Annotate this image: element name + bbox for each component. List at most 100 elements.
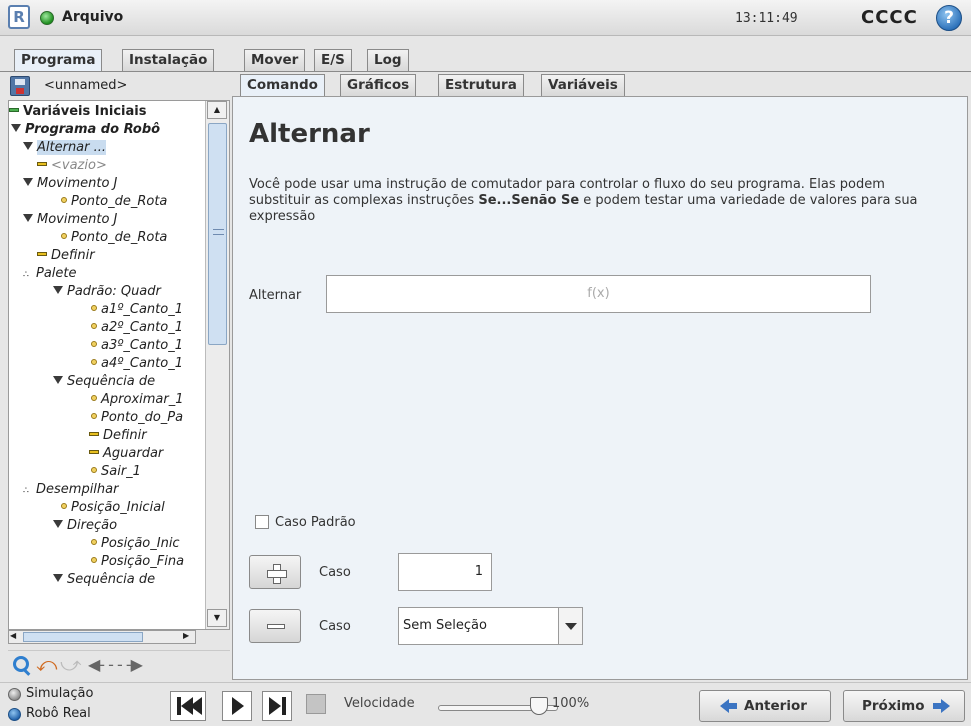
tree-item[interactable]: ∴ Desempilhar — [23, 481, 118, 498]
tree-item[interactable]: Movimento J — [23, 211, 117, 228]
real-robot-radio[interactable] — [8, 708, 21, 721]
scrollbar-thumb[interactable] — [208, 123, 227, 345]
tab-log[interactable]: Log — [367, 49, 409, 71]
tree-item[interactable]: Sequência de — [53, 571, 155, 588]
tree-item[interactable]: Ponto_de_Rota — [61, 229, 167, 246]
tab-mover[interactable]: Mover — [244, 49, 306, 71]
tree-item[interactable]: Sair_1 — [91, 463, 141, 480]
tree-item-selected[interactable]: Alternar ... — [23, 139, 107, 156]
tree-item[interactable]: Padrão: Quadr — [53, 283, 161, 300]
next-button[interactable]: Próximo — [843, 690, 965, 722]
undo-icon[interactable]: ⤺ — [36, 653, 60, 677]
file-row: <unnamed> — [8, 74, 230, 98]
robot-name: CCCC — [861, 7, 918, 28]
tree-item[interactable]: Posição_Inicial — [61, 499, 165, 516]
yellow-bar-icon — [37, 252, 47, 256]
expand-triangle-icon — [23, 214, 33, 222]
yellow-bar-icon — [37, 162, 47, 166]
waypoint-dot-icon — [91, 539, 97, 545]
tree-vertical-scrollbar[interactable]: ▲ ▼ — [205, 101, 229, 629]
rewind-button[interactable] — [170, 691, 206, 721]
scroll-down-icon[interactable]: ▼ — [207, 609, 227, 627]
real-robot-label: Robô Real — [26, 706, 91, 721]
save-icon[interactable] — [10, 76, 30, 96]
move-node-icon[interactable]: ◀- - - -▶ — [88, 653, 178, 677]
tab-graficos[interactable]: Gráficos — [340, 74, 417, 96]
yellow-bar-icon — [89, 432, 99, 436]
waypoint-dot-icon — [61, 503, 67, 509]
waypoint-dot-icon — [91, 467, 97, 473]
remove-case-label: Caso — [319, 619, 351, 634]
grip-icon — [213, 229, 224, 235]
waypoint-dot-icon — [91, 305, 97, 311]
tree-item[interactable]: Definir — [89, 427, 147, 444]
tree-item[interactable]: Ponto_do_Pa — [91, 409, 183, 426]
tree-item[interactable]: Aproximar_1 — [91, 391, 184, 408]
tree-item[interactable]: Variáveis Iniciais — [9, 103, 146, 120]
scrollbar-thumb[interactable] — [23, 632, 143, 642]
tab-variaveis[interactable]: Variáveis — [541, 74, 625, 96]
robot-status-icon — [40, 11, 54, 25]
scroll-right-icon[interactable]: ▶ — [183, 631, 189, 640]
tree-item[interactable]: Definir — [37, 247, 95, 264]
tree-item[interactable]: Movimento J — [23, 175, 117, 192]
expand-triangle-icon — [53, 520, 63, 528]
tree-item[interactable]: <vazio> — [37, 157, 107, 174]
tab-es[interactable]: E/S — [314, 49, 352, 71]
expand-triangle-icon — [11, 124, 21, 132]
arrow-right-icon — [933, 699, 950, 713]
tree-item[interactable]: Direção — [53, 517, 117, 534]
tree-item[interactable]: Aguardar — [89, 445, 163, 462]
stop-button[interactable] — [306, 694, 326, 714]
tree-item[interactable]: Ponto_de_Rota — [61, 193, 167, 210]
simulation-label: Simulação — [26, 686, 94, 701]
case-select[interactable]: Sem Seleção — [398, 607, 583, 645]
tab-estrutura[interactable]: Estrutura — [438, 74, 524, 96]
tree-item[interactable]: Posição_Fina — [91, 553, 184, 570]
play-icon — [232, 697, 244, 715]
redo-icon[interactable]: ⤻ — [60, 653, 84, 677]
default-case-checkbox[interactable] — [255, 515, 269, 529]
tree-item[interactable]: Sequência de — [53, 373, 155, 390]
speed-slider-knob[interactable] — [530, 697, 548, 715]
tab-comando[interactable]: Comando — [240, 74, 325, 97]
bottom-bar: Simulação Robô Real Velocidade 100% Ante… — [0, 682, 971, 726]
tree-horizontal-scrollbar[interactable]: ◀ ▶ — [8, 630, 196, 644]
switch-expression-input[interactable]: f(x) — [326, 275, 871, 313]
remove-case-button[interactable] — [249, 609, 301, 643]
default-case-label: Caso Padrão — [275, 515, 356, 530]
chevron-down-icon[interactable] — [558, 608, 582, 644]
step-button[interactable] — [262, 691, 292, 721]
pallet-icon: ∴ — [23, 270, 29, 280]
previous-button[interactable]: Anterior — [699, 690, 831, 722]
pallet-icon: ∴ — [23, 486, 29, 496]
app-title[interactable]: Arquivo — [62, 9, 123, 25]
command-panel: Alternar Você pode usar uma instrução de… — [232, 96, 968, 680]
waypoint-dot-icon — [91, 341, 97, 347]
waypoint-dot-icon — [91, 557, 97, 563]
add-case-button[interactable] — [249, 555, 301, 589]
scroll-up-icon[interactable]: ▲ — [207, 101, 227, 119]
add-case-label: Caso — [319, 565, 351, 580]
tab-instalacao[interactable]: Instalação — [122, 49, 215, 71]
case-value-input[interactable]: 1 — [398, 553, 492, 591]
tree-item[interactable]: Posição_Inic — [91, 535, 180, 552]
tab-programa[interactable]: Programa — [14, 49, 103, 72]
speed-percent: 100% — [552, 696, 590, 711]
tree-item[interactable]: a1º_Canto_1 — [91, 301, 183, 318]
tree-item[interactable]: ∴ Palete — [23, 265, 77, 282]
search-icon[interactable] — [10, 653, 34, 677]
step-icon — [269, 697, 281, 715]
speed-label: Velocidade — [344, 696, 415, 711]
tree-item[interactable]: a4º_Canto_1 — [91, 355, 183, 372]
page-title: Alternar — [249, 119, 370, 149]
yellow-bar-icon — [89, 450, 99, 454]
simulation-radio[interactable] — [8, 688, 21, 701]
tree-item[interactable]: a2º_Canto_1 — [91, 319, 183, 336]
play-button[interactable] — [222, 691, 252, 721]
help-icon[interactable]: ? — [936, 5, 962, 31]
tree-item[interactable]: a3º_Canto_1 — [91, 337, 183, 354]
top-bar: R Arquivo 13:11:49 CCCC ? — [0, 0, 971, 36]
tree-item[interactable]: Programa do Robô — [11, 121, 160, 138]
scroll-left-icon[interactable]: ◀ — [10, 631, 16, 640]
